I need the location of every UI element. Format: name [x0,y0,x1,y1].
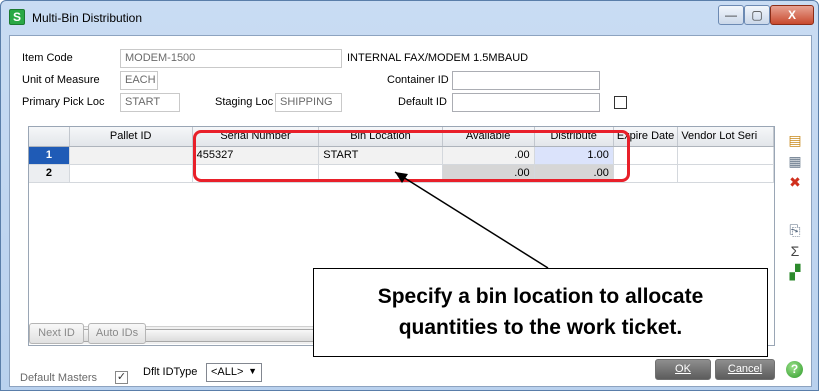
highlight-box [193,130,630,182]
callout-line-2: quantities to the work ticket. [398,316,683,339]
default-id-checkbox[interactable] [614,96,627,109]
item-code-label: Item Code [22,52,73,64]
grid-col-vendor-lot[interactable]: Vendor Lot Seri [677,127,774,147]
cancel-button[interactable]: Cancel [715,359,775,380]
distribute-icon[interactable]: ▞ [786,264,804,280]
maximize-button[interactable]: ▢ [744,5,770,25]
item-code-field: MODEM-1500 [120,49,342,68]
chevron-down-icon: ▼ [248,366,257,376]
dflt-id-type-select[interactable]: <ALL> ▼ [206,363,262,382]
minimize-button[interactable]: — [718,5,744,25]
grid-columns-icon[interactable]: ▦ [786,153,804,169]
row-number[interactable]: 2 [29,164,70,183]
window-title: Multi-Bin Distribution [32,11,143,25]
ok-label: OK [675,363,691,375]
item-description: INTERNAL FAX/MODEM 1.5MBAUD [347,52,529,64]
primary-pick-loc-label: Primary Pick Loc [22,96,105,108]
lookup-icon[interactable]: ⎘ [786,222,804,238]
next-id-button[interactable]: Next ID [29,323,84,344]
row-number[interactable]: 1 [29,146,70,165]
unit-of-measure-field: EACH [120,71,158,90]
scroll-thumb[interactable] [45,329,317,342]
dflt-id-type-value: <ALL> [211,366,244,378]
container-id-label: Container ID [387,74,449,86]
app-icon: S [9,9,25,25]
sum-icon[interactable]: Σ [786,243,804,259]
pallet-id-cell[interactable] [69,164,193,183]
primary-pick-loc-field: START [120,93,180,112]
vendor-lot-cell[interactable] [677,146,774,165]
next-id-label: Next ID [38,327,75,339]
default-id-field[interactable] [452,93,600,112]
delete-row-icon[interactable]: ✖ [786,174,804,190]
grid-layout-icon[interactable]: ▤ [786,132,804,148]
cancel-label: Cancel [727,363,763,375]
vendor-lot-cell[interactable] [677,164,774,183]
dflt-id-type-label: Dflt IDType [143,366,198,378]
auto-ids-button[interactable]: Auto IDs [88,323,146,344]
default-masters-label: Default Masters [20,372,98,384]
title-bar: S Multi-Bin Distribution — ▢ X [1,1,818,35]
default-masters-checkbox[interactable]: ✓ [115,371,128,384]
staging-loc-field: SHIPPING [275,93,342,112]
grid-col-pallet-id[interactable]: Pallet ID [69,127,193,147]
pallet-id-cell[interactable] [69,146,193,165]
auto-ids-label: Auto IDs [95,327,139,339]
instruction-callout: Specify a bin location to allocate quant… [313,268,768,357]
close-button[interactable]: X [770,5,814,25]
callout-line-1: Specify a bin location to allocate [377,285,704,308]
unit-of-measure-label: Unit of Measure [22,74,100,86]
help-icon[interactable]: ? [786,361,803,378]
grid-col-rownum [29,127,70,147]
container-id-field[interactable] [452,71,600,90]
staging-loc-label: Staging Loc [215,96,274,108]
default-id-label: Default ID [398,96,447,108]
ok-button[interactable]: OK [655,359,711,380]
